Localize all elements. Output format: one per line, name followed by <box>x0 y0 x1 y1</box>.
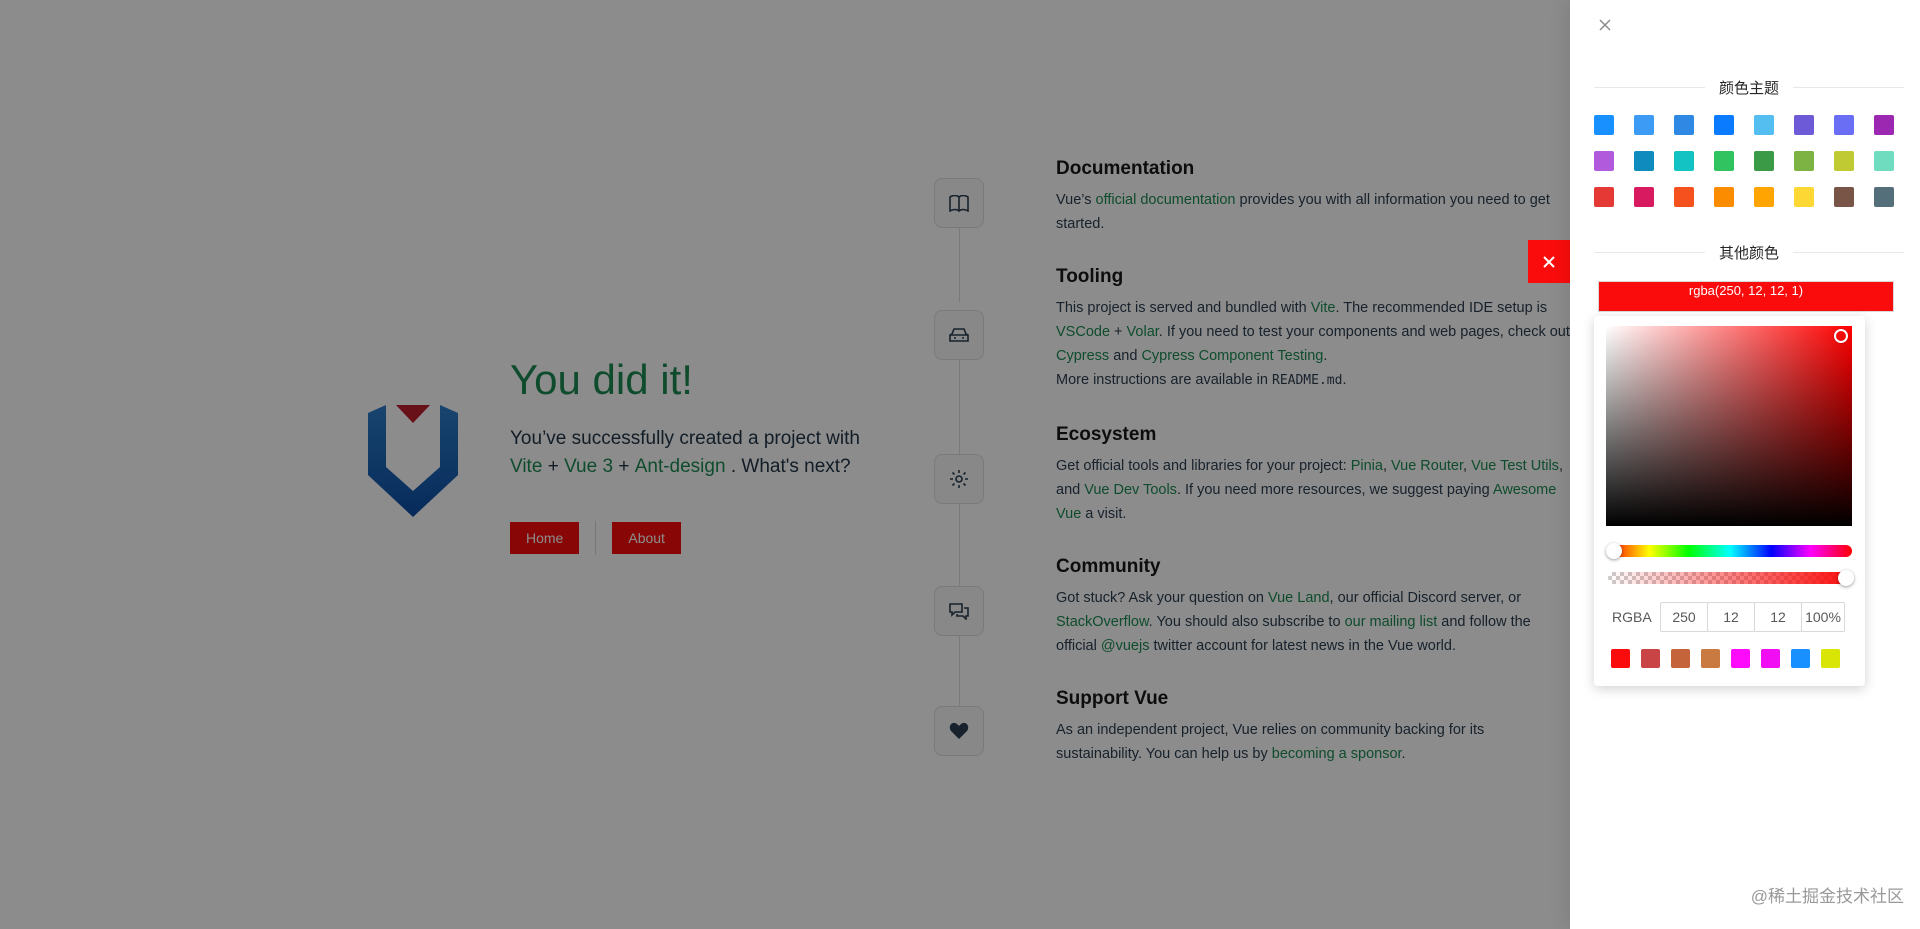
saturation-value-area[interactable] <box>1606 326 1852 526</box>
preset-color-swatch[interactable] <box>1761 649 1780 668</box>
theme-color-swatch[interactable] <box>1674 151 1694 171</box>
close-icon <box>1599 19 1611 31</box>
theme-color-swatch[interactable] <box>1834 187 1854 207</box>
drawer-close-button[interactable] <box>1594 14 1616 36</box>
theme-drawer: 颜色主题 其他颜色 rgba(250, 12, 12, 1) RGBA <box>1570 0 1920 929</box>
theme-swatch-grid <box>1594 115 1904 207</box>
watermark: @稀土掘金技术社区 <box>1750 887 1904 906</box>
preset-color-swatch[interactable] <box>1701 649 1720 668</box>
blue-input[interactable] <box>1754 602 1802 632</box>
alpha-input[interactable] <box>1801 602 1845 632</box>
hue-slider[interactable] <box>1606 543 1852 559</box>
theme-color-swatch[interactable] <box>1874 151 1894 171</box>
alpha-slider-handle[interactable] <box>1838 570 1854 586</box>
hue-slider-handle[interactable] <box>1606 543 1622 559</box>
green-input[interactable] <box>1707 602 1755 632</box>
theme-color-swatch[interactable] <box>1634 115 1654 135</box>
preset-color-swatch[interactable] <box>1671 649 1690 668</box>
theme-color-swatch[interactable] <box>1794 187 1814 207</box>
theme-color-swatch[interactable] <box>1594 187 1614 207</box>
preset-colors <box>1611 649 1840 668</box>
color-picker-panel: RGBA <box>1594 316 1865 686</box>
theme-color-swatch[interactable] <box>1754 187 1774 207</box>
theme-color-swatch[interactable] <box>1754 151 1774 171</box>
theme-color-swatch[interactable] <box>1594 151 1614 171</box>
preset-color-swatch[interactable] <box>1611 649 1630 668</box>
theme-color-swatch[interactable] <box>1874 187 1894 207</box>
saturation-handle[interactable] <box>1834 329 1848 343</box>
theme-color-swatch[interactable] <box>1634 187 1654 207</box>
preset-color-swatch[interactable] <box>1791 649 1810 668</box>
close-icon <box>1543 255 1555 268</box>
theme-color-divider: 颜色主题 <box>1594 77 1905 97</box>
theme-color-swatch[interactable] <box>1834 151 1854 171</box>
other-color-heading: 其他颜色 <box>1719 244 1780 262</box>
current-color-trigger[interactable]: rgba(250, 12, 12, 1) <box>1598 281 1894 312</box>
preset-color-swatch[interactable] <box>1641 649 1660 668</box>
theme-color-swatch[interactable] <box>1794 115 1814 135</box>
theme-color-swatch[interactable] <box>1714 151 1734 171</box>
preset-color-swatch[interactable] <box>1731 649 1750 668</box>
theme-color-heading: 颜色主题 <box>1719 79 1780 97</box>
theme-color-swatch[interactable] <box>1834 115 1854 135</box>
theme-color-swatch[interactable] <box>1714 187 1734 207</box>
theme-color-swatch[interactable] <box>1874 115 1894 135</box>
theme-color-swatch[interactable] <box>1754 115 1774 135</box>
alpha-slider[interactable] <box>1608 570 1854 586</box>
rgba-inputs: RGBA <box>1606 602 1856 632</box>
theme-color-swatch[interactable] <box>1674 115 1694 135</box>
red-input[interactable] <box>1660 602 1708 632</box>
color-mode-label[interactable]: RGBA <box>1606 609 1660 625</box>
theme-color-swatch[interactable] <box>1794 151 1814 171</box>
preset-color-swatch[interactable] <box>1821 649 1840 668</box>
theme-color-swatch[interactable] <box>1674 187 1694 207</box>
drawer-toggle-close-button[interactable] <box>1528 240 1570 283</box>
other-color-divider: 其他颜色 <box>1594 242 1905 262</box>
theme-color-swatch[interactable] <box>1634 151 1654 171</box>
theme-color-swatch[interactable] <box>1714 115 1734 135</box>
theme-color-swatch[interactable] <box>1594 115 1614 135</box>
